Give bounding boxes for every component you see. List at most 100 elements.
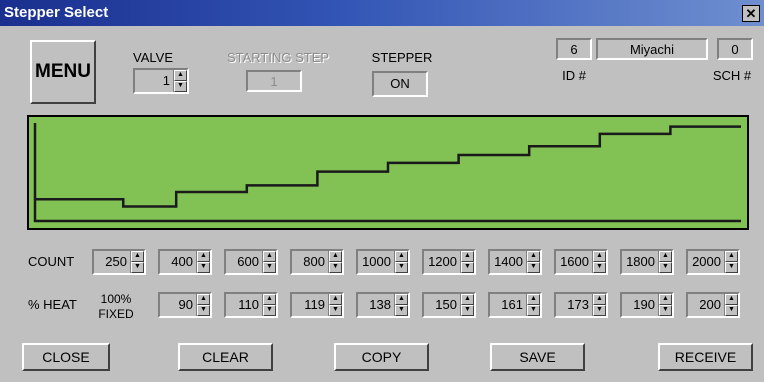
heat-fixed-label: 100% FIXED: [98, 292, 134, 321]
stepper-toggle[interactable]: ON: [372, 71, 428, 97]
count-stepper[interactable]: 250 ▲ ▼: [92, 249, 146, 275]
spin-up-icon[interactable]: ▲: [329, 251, 342, 262]
count-stepper-value: 400: [171, 254, 193, 269]
count-stepper-value: 600: [237, 254, 259, 269]
count-stepper-value: 2000: [692, 254, 721, 269]
heat-stepper[interactable]: 119 ▲ ▼: [290, 292, 344, 318]
spin-up-icon[interactable]: ▲: [263, 294, 276, 305]
heat-stepper[interactable]: 200 ▲ ▼: [686, 292, 740, 318]
heat-stepper-value: 150: [435, 297, 457, 312]
heat-stepper[interactable]: 190 ▲ ▼: [620, 292, 674, 318]
count-stepper[interactable]: 1600 ▲ ▼: [554, 249, 608, 275]
spin-down-icon[interactable]: ▼: [329, 305, 342, 316]
count-stepper[interactable]: 1400 ▲ ▼: [488, 249, 542, 275]
count-stepper[interactable]: 1200 ▲ ▼: [422, 249, 476, 275]
spin-up-icon[interactable]: ▲: [527, 251, 540, 262]
count-stepper[interactable]: 600 ▲ ▼: [224, 249, 278, 275]
spin-up-icon[interactable]: ▲: [395, 251, 408, 262]
spin-up-icon[interactable]: ▲: [395, 294, 408, 305]
spin-down-icon[interactable]: ▼: [395, 305, 408, 316]
count-stepper[interactable]: 400 ▲ ▼: [158, 249, 212, 275]
count-stepper[interactable]: 1000 ▲ ▼: [356, 249, 410, 275]
spin-up-icon[interactable]: ▲: [174, 70, 187, 81]
heat-stepper-value: 190: [633, 297, 655, 312]
spin-down-icon[interactable]: ▼: [131, 262, 144, 273]
heat-profile-chart: [27, 115, 749, 230]
heat-stepper-value: 173: [567, 297, 589, 312]
spin-up-icon[interactable]: ▲: [593, 251, 606, 262]
heat-stepper[interactable]: 150 ▲ ▼: [422, 292, 476, 318]
id-label: ID #: [562, 68, 586, 83]
spin-down-icon[interactable]: ▼: [263, 305, 276, 316]
heat-stepper-value: 138: [369, 297, 391, 312]
spin-down-icon[interactable]: ▼: [461, 262, 474, 273]
receive-button[interactable]: RECEIVE: [658, 343, 753, 371]
valve-value: 1: [162, 73, 170, 88]
heat-stepper[interactable]: 110 ▲ ▼: [224, 292, 278, 318]
count-stepper-value: 1600: [560, 254, 589, 269]
spin-down-icon[interactable]: ▼: [174, 81, 187, 92]
spin-up-icon[interactable]: ▲: [263, 251, 276, 262]
spin-up-icon[interactable]: ▲: [197, 251, 210, 262]
spin-down-icon[interactable]: ▼: [659, 262, 672, 273]
spin-down-icon[interactable]: ▼: [329, 262, 342, 273]
stepper-label: STEPPER: [371, 50, 433, 65]
spin-down-icon[interactable]: ▼: [725, 305, 738, 316]
spin-up-icon[interactable]: ▲: [725, 251, 738, 262]
spin-down-icon[interactable]: ▼: [197, 262, 210, 273]
title-bar: Stepper Select ✕: [0, 0, 764, 26]
count-label: COUNT: [28, 254, 75, 269]
spin-up-icon[interactable]: ▲: [461, 294, 474, 305]
spin-down-icon[interactable]: ▼: [527, 305, 540, 316]
starting-step-label: STARTING STEP: [226, 50, 330, 65]
heat-profile-svg: [33, 123, 741, 223]
count-stepper-value: 1200: [428, 254, 457, 269]
close-icon[interactable]: ✕: [742, 5, 760, 22]
spin-up-icon[interactable]: ▲: [659, 294, 672, 305]
name-field: Miyachi: [596, 38, 708, 60]
spin-up-icon[interactable]: ▲: [659, 251, 672, 262]
heat-stepper[interactable]: 90 ▲ ▼: [158, 292, 212, 318]
count-stepper[interactable]: 1800 ▲ ▼: [620, 249, 674, 275]
spin-down-icon[interactable]: ▼: [395, 262, 408, 273]
heat-stepper-value: 119: [304, 297, 325, 312]
heat-label: % HEAT: [28, 297, 77, 312]
spin-up-icon[interactable]: ▲: [461, 251, 474, 262]
count-stepper-value: 1000: [362, 254, 391, 269]
spin-up-icon[interactable]: ▲: [131, 251, 144, 262]
spin-up-icon[interactable]: ▲: [527, 294, 540, 305]
heat-stepper[interactable]: 138 ▲ ▼: [356, 292, 410, 318]
count-stepper-value: 800: [303, 254, 325, 269]
id-field: 6: [556, 38, 592, 60]
spin-up-icon[interactable]: ▲: [329, 294, 342, 305]
heat-stepper-value: 90: [178, 297, 193, 312]
valve-stepper[interactable]: 1 ▲ ▼: [133, 68, 189, 94]
starting-step-field: 1: [246, 70, 302, 92]
count-stepper[interactable]: 2000 ▲ ▼: [686, 249, 740, 275]
spin-up-icon[interactable]: ▲: [725, 294, 738, 305]
heat-stepper[interactable]: 173 ▲ ▼: [554, 292, 608, 318]
spin-down-icon[interactable]: ▼: [461, 305, 474, 316]
heat-stepper-value: 161: [501, 297, 523, 312]
spin-down-icon[interactable]: ▼: [527, 262, 540, 273]
spin-down-icon[interactable]: ▼: [593, 305, 606, 316]
menu-button[interactable]: MENU: [30, 40, 96, 104]
spin-up-icon[interactable]: ▲: [593, 294, 606, 305]
count-stepper[interactable]: 800 ▲ ▼: [290, 249, 344, 275]
copy-button[interactable]: COPY: [334, 343, 429, 371]
clear-button[interactable]: CLEAR: [178, 343, 273, 371]
heat-stepper[interactable]: 161 ▲ ▼: [488, 292, 542, 318]
spin-down-icon[interactable]: ▼: [725, 262, 738, 273]
spin-up-icon[interactable]: ▲: [197, 294, 210, 305]
window-title: Stepper Select: [4, 4, 109, 21]
heat-step-line: [35, 125, 741, 208]
spin-down-icon[interactable]: ▼: [197, 305, 210, 316]
count-stepper-value: 250: [105, 254, 127, 269]
close-button[interactable]: CLOSE: [22, 343, 110, 371]
heat-stepper-value: 200: [699, 297, 721, 312]
spin-down-icon[interactable]: ▼: [659, 305, 672, 316]
save-button[interactable]: SAVE: [490, 343, 585, 371]
spin-down-icon[interactable]: ▼: [263, 262, 276, 273]
count-stepper-value: 1400: [494, 254, 523, 269]
spin-down-icon[interactable]: ▼: [593, 262, 606, 273]
